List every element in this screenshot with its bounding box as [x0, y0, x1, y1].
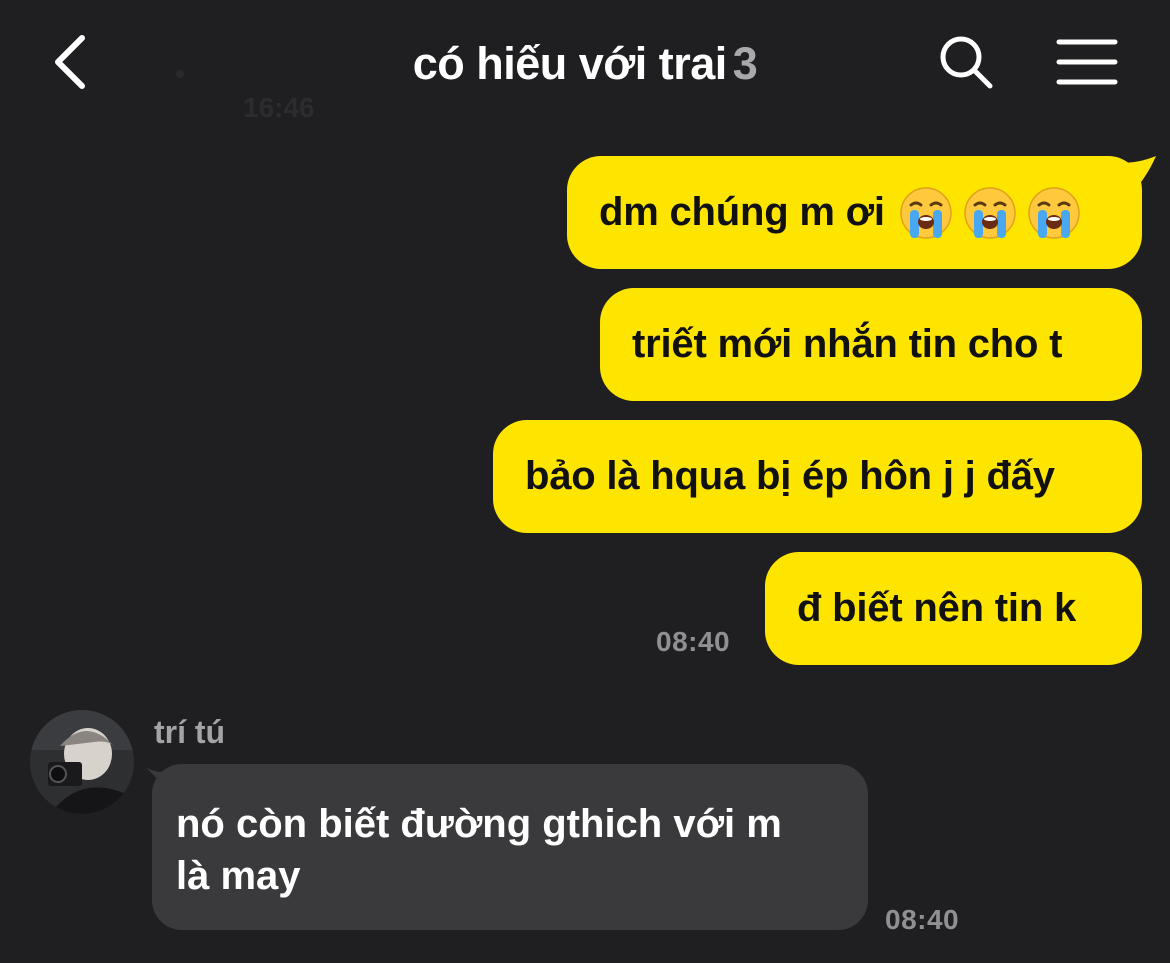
message-text: đ biết nên tin k [797, 586, 1077, 630]
hamburger-menu-icon [1056, 37, 1118, 92]
member-count: 3 [732, 38, 758, 89]
emoji-group [899, 186, 1081, 240]
chat-header: có hiếu với trai 3 [0, 0, 1170, 135]
outgoing-message-bubble[interactable]: đ biết nên tin k [765, 552, 1142, 665]
message-line: nó còn biết đường gthich với m [176, 802, 782, 846]
search-button[interactable] [934, 32, 998, 96]
incoming-timestamp: 08:40 [885, 904, 960, 935]
message-text: bảo là hqua bị ép hôn j j đấy [525, 454, 1055, 498]
menu-button[interactable] [1052, 34, 1122, 94]
sender-name: trí tú [154, 714, 226, 750]
message-text: triết mới nhắn tin cho t [632, 322, 1063, 366]
loudly-crying-face-icon [1027, 186, 1081, 240]
search-icon [938, 34, 994, 95]
loudly-crying-face-icon [899, 186, 953, 240]
message-line: là may [176, 854, 301, 898]
outgoing-message-bubble[interactable]: triết mới nhắn tin cho t [600, 288, 1142, 401]
outgoing-timestamp: 08:40 [656, 626, 731, 657]
chat-room-name: có hiếu với trai [412, 38, 728, 89]
loudly-crying-face-icon [963, 186, 1017, 240]
incoming-message-bubble[interactable]: nó còn biết đường gthich với m là may [152, 764, 868, 930]
message-text: dm chúng m ơi [599, 190, 885, 234]
outgoing-message-bubble[interactable]: bảo là hqua bị ép hôn j j đấy [493, 420, 1142, 533]
outgoing-message-bubble[interactable]: dm chúng m ơi [567, 156, 1142, 269]
chat-screen: 16:46 có hiếu với trai 3 dm chúng m ơi t… [0, 0, 1170, 963]
avatar[interactable] [30, 710, 134, 814]
